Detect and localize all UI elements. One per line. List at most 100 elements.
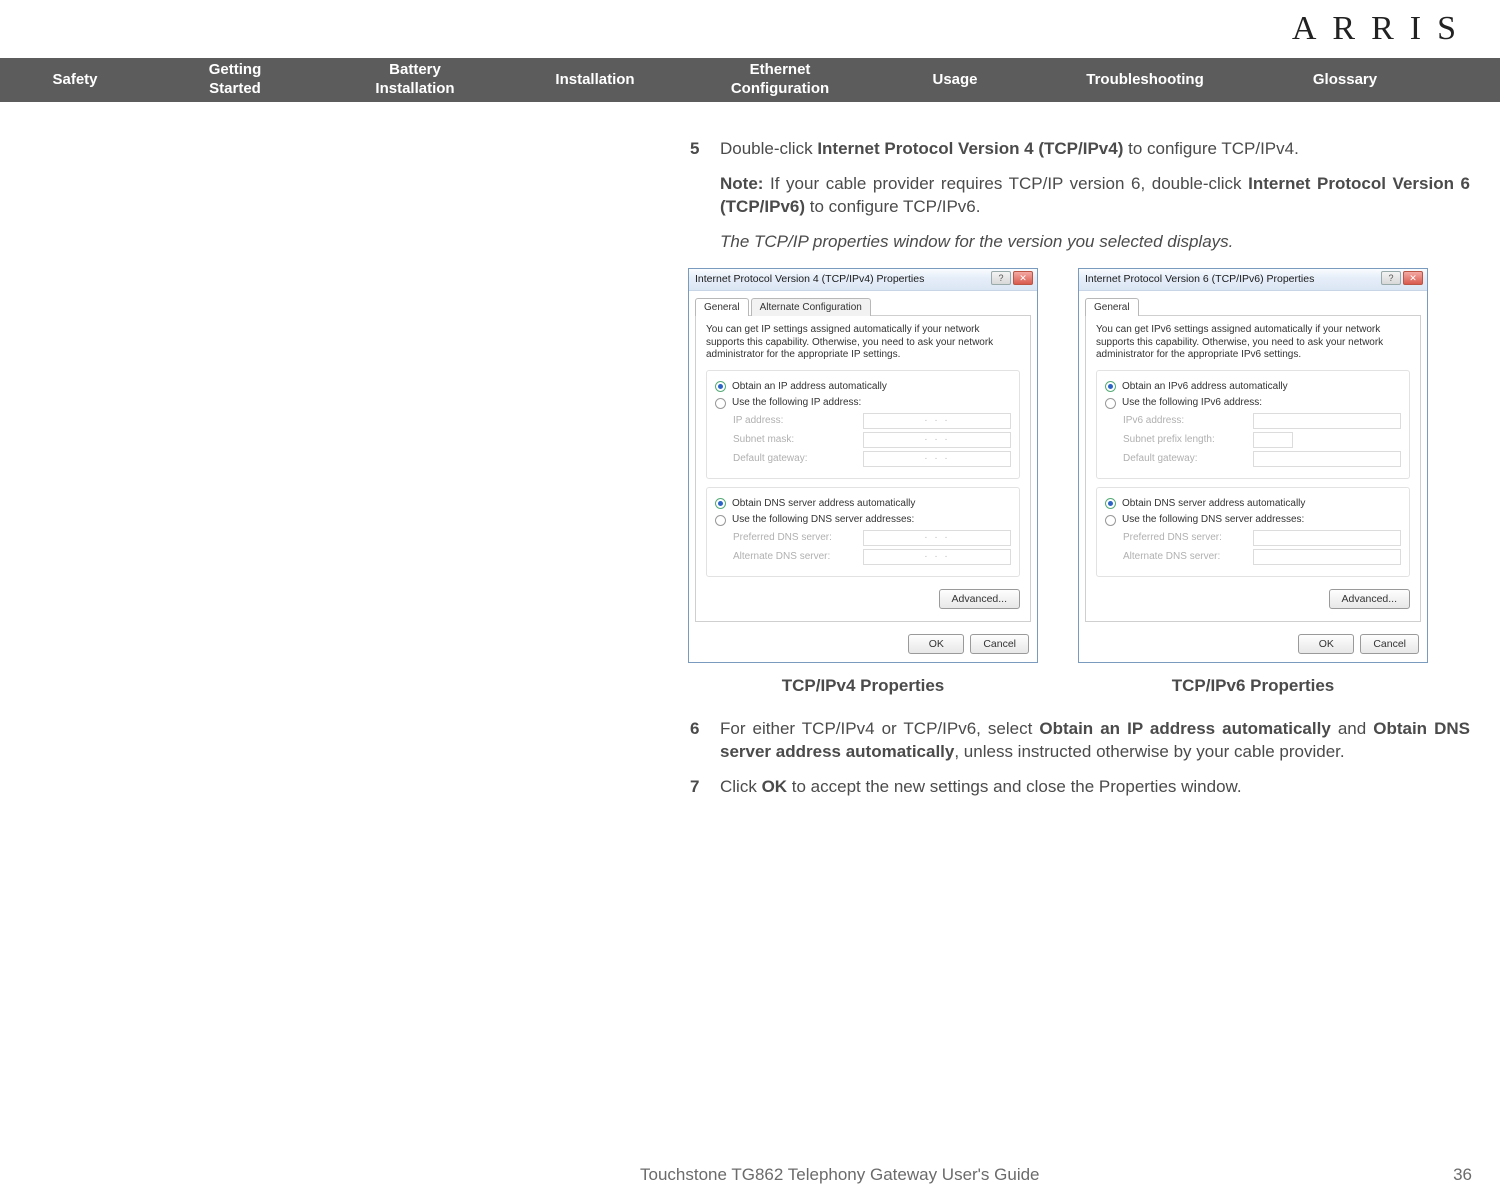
ipv4-properties-dialog: Internet Protocol Version 4 (TCP/IPv4) P… (688, 268, 1038, 663)
step-5-post: to configure TCP/IPv4. (1123, 139, 1298, 158)
ipv6-dns-group: Obtain DNS server address automatically … (1096, 487, 1410, 577)
ipv6-properties-dialog: Internet Protocol Version 6 (TCP/IPv6) P… (1078, 268, 1428, 663)
cancel-button[interactable]: Cancel (970, 634, 1029, 654)
nav-ethernet-configuration[interactable]: Ethernet Configuration (680, 61, 880, 99)
nav-installation[interactable]: Installation (510, 71, 680, 90)
subnet-prefix-length-input[interactable] (1253, 432, 1293, 448)
field-subnet-mask: Subnet mask: (733, 432, 1011, 448)
radio-obtain-ip-auto[interactable]: Obtain an IP address automatically (715, 380, 1011, 394)
tab-general[interactable]: General (695, 298, 749, 317)
nav-getting-started-l2: Started (209, 80, 261, 97)
radio-label: Obtain DNS server address automatically (732, 497, 915, 511)
step-5-bold: Internet Protocol Version 4 (TCP/IPv4) (817, 139, 1123, 158)
ipv4-title: Internet Protocol Version 4 (TCP/IPv4) P… (695, 272, 924, 286)
step-6-number: 6 (690, 718, 720, 764)
preferred-dns-input[interactable] (863, 530, 1011, 546)
radio-icon (715, 515, 726, 526)
ipv6-button-row: OK Cancel (1079, 628, 1427, 662)
step-5-body: Double-click Internet Protocol Version 4… (720, 138, 1470, 161)
ok-button[interactable]: OK (1298, 634, 1354, 654)
field-label: Default gateway: (733, 452, 863, 466)
ipv6-titlebar: Internet Protocol Version 6 (TCP/IPv6) P… (1079, 269, 1427, 291)
step-6-post: , unless instructed otherwise by your ca… (954, 742, 1344, 761)
nav-ethernet-l2: Configuration (731, 80, 829, 97)
nav-battery-l2: Installation (375, 80, 454, 97)
ok-button[interactable]: OK (908, 634, 964, 654)
default-gateway-input[interactable] (1253, 451, 1401, 467)
nav-usage[interactable]: Usage (880, 71, 1030, 90)
radio-obtain-dns-auto[interactable]: Obtain DNS server address automatically (1105, 497, 1401, 511)
radio-label: Obtain an IPv6 address automatically (1122, 380, 1288, 394)
help-button[interactable]: ? (991, 271, 1011, 285)
ipv4-tabs: General Alternate Configuration (689, 291, 1037, 316)
top-nav: Safety Getting Started Battery Installat… (0, 58, 1500, 102)
note-text-1: If your cable provider requires TCP/IP v… (763, 174, 1248, 193)
help-button[interactable]: ? (1381, 271, 1401, 285)
nav-battery-l1: Battery (389, 61, 441, 78)
radio-icon (715, 398, 726, 409)
nav-glossary[interactable]: Glossary (1260, 71, 1430, 90)
default-gateway-input[interactable] (863, 451, 1011, 467)
step-5-pre: Double-click (720, 139, 817, 158)
field-label: Preferred DNS server: (1123, 531, 1253, 545)
ipv4-dns-group: Obtain DNS server address automatically … (706, 487, 1020, 577)
step-7-bold: OK (762, 777, 788, 796)
radio-label: Use the following DNS server addresses: (732, 513, 914, 527)
ipv4-ip-group: Obtain an IP address automatically Use t… (706, 370, 1020, 479)
ipv6-title: Internet Protocol Version 6 (TCP/IPv6) P… (1085, 272, 1314, 286)
field-alternate-dns: Alternate DNS server: (733, 549, 1011, 565)
tab-general[interactable]: General (1085, 298, 1139, 317)
radio-use-following-ip[interactable]: Use the following IP address: (715, 396, 1011, 410)
step-7-number: 7 (690, 776, 720, 799)
field-label: IP address: (733, 414, 863, 428)
advanced-button[interactable]: Advanced... (939, 589, 1020, 609)
nav-ethernet-l1: Ethernet (750, 61, 811, 78)
radio-use-following-ipv6[interactable]: Use the following IPv6 address: (1105, 396, 1401, 410)
radio-use-following-dns[interactable]: Use the following DNS server addresses: (1105, 513, 1401, 527)
field-default-gateway: Default gateway: (733, 451, 1011, 467)
preferred-dns-input[interactable] (1253, 530, 1401, 546)
radio-label: Obtain DNS server address automatically (1122, 497, 1305, 511)
radio-label: Use the following IP address: (732, 396, 861, 410)
field-alternate-dns: Alternate DNS server: (1123, 549, 1401, 565)
nav-safety[interactable]: Safety (0, 71, 150, 90)
alternate-dns-input[interactable] (1253, 549, 1401, 565)
field-default-gateway: Default gateway: (1123, 451, 1401, 467)
radio-use-following-dns[interactable]: Use the following DNS server addresses: (715, 513, 1011, 527)
step-6-mid: and (1331, 719, 1373, 738)
dialogs-row: Internet Protocol Version 4 (TCP/IPv4) P… (688, 268, 1470, 663)
step-7-pre: Click (720, 777, 762, 796)
subnet-mask-input[interactable] (863, 432, 1011, 448)
field-subnet-prefix-length: Subnet prefix length: (1123, 432, 1401, 448)
radio-icon (1105, 381, 1116, 392)
step-6-body: For either TCP/IPv4 or TCP/IPv6, select … (720, 718, 1470, 764)
ipv6-ip-group: Obtain an IPv6 address automatically Use… (1096, 370, 1410, 479)
caption-ipv4: TCP/IPv4 Properties (688, 675, 1038, 698)
field-label: Alternate DNS server: (1123, 550, 1253, 564)
ip-address-input[interactable] (863, 413, 1011, 429)
step-7-body: Click OK to accept the new settings and … (720, 776, 1470, 799)
nav-battery-installation[interactable]: Battery Installation (320, 61, 510, 99)
result-line: The TCP/IP properties window for the ver… (720, 231, 1470, 254)
nav-getting-started[interactable]: Getting Started (150, 61, 320, 99)
nav-troubleshooting[interactable]: Troubleshooting (1030, 71, 1260, 90)
field-preferred-dns: Preferred DNS server: (1123, 530, 1401, 546)
ipv4-titlebar: Internet Protocol Version 4 (TCP/IPv4) P… (689, 269, 1037, 291)
ipv4-panel: You can get IP settings assigned automat… (695, 315, 1031, 622)
tab-alternate-configuration[interactable]: Alternate Configuration (751, 298, 871, 317)
close-button[interactable]: ✕ (1013, 271, 1033, 285)
step-6-b1: Obtain an IP address automatically (1039, 719, 1330, 738)
ipv4-button-row: OK Cancel (689, 628, 1037, 662)
ipv4-description: You can get IP settings assigned automat… (706, 324, 1020, 362)
radio-label: Use the following DNS server addresses: (1122, 513, 1304, 527)
field-label: Subnet prefix length: (1123, 433, 1253, 447)
advanced-button[interactable]: Advanced... (1329, 589, 1410, 609)
close-button[interactable]: ✕ (1403, 271, 1423, 285)
radio-obtain-ipv6-auto[interactable]: Obtain an IPv6 address automatically (1105, 380, 1401, 394)
page-content: 5 Double-click Internet Protocol Version… (690, 138, 1470, 811)
ipv6-address-input[interactable] (1253, 413, 1401, 429)
footer-title: Touchstone TG862 Telephony Gateway User'… (640, 1165, 1040, 1185)
cancel-button[interactable]: Cancel (1360, 634, 1419, 654)
alternate-dns-input[interactable] (863, 549, 1011, 565)
radio-obtain-dns-auto[interactable]: Obtain DNS server address automatically (715, 497, 1011, 511)
